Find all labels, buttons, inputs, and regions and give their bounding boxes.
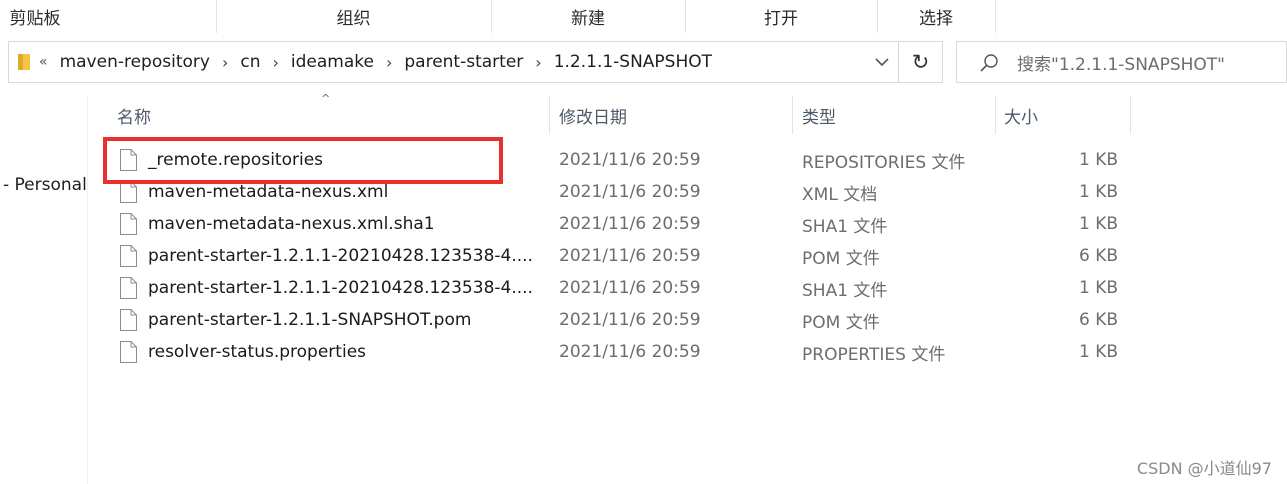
file-date: 2021/11/6 20:59 [559, 310, 701, 330]
column-divider[interactable] [1130, 96, 1131, 134]
file-name: resolver-status.properties [148, 342, 367, 362]
search-input[interactable]: 搜索"1.2.1.1-SNAPSHOT" [1017, 42, 1225, 82]
file-date: 2021/11/6 20:59 [559, 150, 701, 170]
file-type: POM 文件 [802, 248, 880, 269]
file-date: 2021/11/6 20:59 [559, 246, 701, 266]
file-type: SHA1 文件 [802, 280, 888, 301]
file-icon [120, 309, 137, 331]
ribbon-group-organize[interactable]: 组织 [216, 0, 491, 33]
file-size: 1 KB [1078, 150, 1118, 170]
column-divider[interactable] [995, 96, 996, 134]
file-type: XML 文档 [802, 184, 878, 205]
ribbon-group-open[interactable]: 打开 [685, 0, 877, 33]
file-icon [120, 341, 137, 363]
file-type: REPOSITORIES 文件 [802, 152, 966, 173]
file-icon [120, 181, 137, 203]
file-name: parent-starter-1.2.1.1-SNAPSHOT.pom [148, 310, 472, 330]
breadcrumb-item[interactable]: cn [240, 52, 260, 72]
column-header-type[interactable]: 类型 [802, 96, 836, 134]
file-row[interactable]: resolver-status.properties 2021/11/6 20:… [108, 336, 1130, 368]
column-divider[interactable] [549, 96, 550, 134]
breadcrumb-item[interactable]: maven-repository [60, 52, 210, 72]
file-row[interactable]: parent-starter-1.2.1.1-20210428.123538-4… [108, 272, 1130, 304]
search-box[interactable]: 搜索"1.2.1.1-SNAPSHOT" [956, 41, 1287, 83]
chevron-right-icon[interactable]: › [222, 53, 228, 72]
file-name: maven-metadata-nexus.xml.sha1 [148, 214, 435, 234]
file-name: parent-starter-1.2.1.1-20210428.123538-4… [148, 246, 533, 266]
file-icon [120, 213, 137, 235]
column-header-name[interactable]: 名称 [117, 96, 151, 134]
watermark: CSDN @小道仙97 [1136, 459, 1272, 478]
file-icon [120, 277, 137, 299]
file-row[interactable]: parent-starter-1.2.1.1-20210428.123538-4… [108, 240, 1130, 272]
overflow-crumbs-button[interactable]: « [39, 54, 48, 70]
folder-icon [18, 54, 30, 70]
search-icon [980, 54, 998, 72]
ribbon: 剪贴板 组织 新建 打开 选择 [0, 0, 1287, 33]
file-size: 6 KB [1078, 310, 1118, 330]
file-size: 1 KB [1078, 182, 1118, 202]
file-row[interactable]: maven-metadata-nexus.xml.sha1 2021/11/6 … [108, 208, 1130, 240]
chevron-right-icon[interactable]: › [386, 53, 392, 72]
column-divider[interactable] [792, 96, 793, 134]
file-row[interactable]: parent-starter-1.2.1.1-SNAPSHOT.pom 2021… [108, 304, 1130, 336]
chevron-down-icon [875, 57, 889, 66]
file-name: parent-starter-1.2.1.1-20210428.123538-4… [148, 278, 533, 298]
file-icon [120, 245, 137, 267]
ribbon-divider [995, 0, 996, 33]
file-type: SHA1 文件 [802, 216, 888, 237]
ribbon-group-new[interactable]: 新建 [491, 0, 685, 33]
highlight-box [103, 137, 503, 184]
breadcrumb-item[interactable]: parent-starter [404, 52, 523, 72]
file-type: POM 文件 [802, 312, 880, 333]
column-header-date[interactable]: 修改日期 [559, 96, 627, 134]
file-size: 1 KB [1078, 214, 1118, 234]
file-date: 2021/11/6 20:59 [559, 342, 701, 362]
ribbon-group-select[interactable]: 选择 [877, 0, 995, 33]
ribbon-group-clipboard[interactable]: 剪贴板 [0, 0, 70, 33]
chevron-right-icon[interactable]: › [535, 53, 541, 72]
address-bar[interactable]: « maven-repository › cn › ideamake › par… [8, 41, 899, 83]
chevron-right-icon[interactable]: › [272, 53, 278, 72]
refresh-button[interactable]: ↻ [899, 41, 943, 83]
breadcrumb-item[interactable]: 1.2.1.1-SNAPSHOT [554, 52, 712, 72]
file-date: 2021/11/6 20:59 [559, 182, 701, 202]
sort-up-icon: ^ [321, 92, 331, 105]
breadcrumb: « maven-repository › cn › ideamake › par… [39, 42, 712, 82]
file-size: 6 KB [1078, 246, 1118, 266]
column-header-size[interactable]: 大小 [1004, 96, 1038, 134]
file-type: PROPERTIES 文件 [802, 344, 946, 365]
nav-item-personal[interactable]: - Personal [3, 175, 87, 195]
file-date: 2021/11/6 20:59 [559, 278, 701, 298]
breadcrumb-item[interactable]: ideamake [291, 52, 374, 72]
refresh-icon: ↻ [911, 50, 930, 74]
file-date: 2021/11/6 20:59 [559, 214, 701, 234]
file-size: 1 KB [1078, 278, 1118, 298]
navigation-pane: - Personal [0, 95, 88, 484]
address-history-button[interactable] [866, 42, 898, 82]
file-size: 1 KB [1078, 342, 1118, 362]
